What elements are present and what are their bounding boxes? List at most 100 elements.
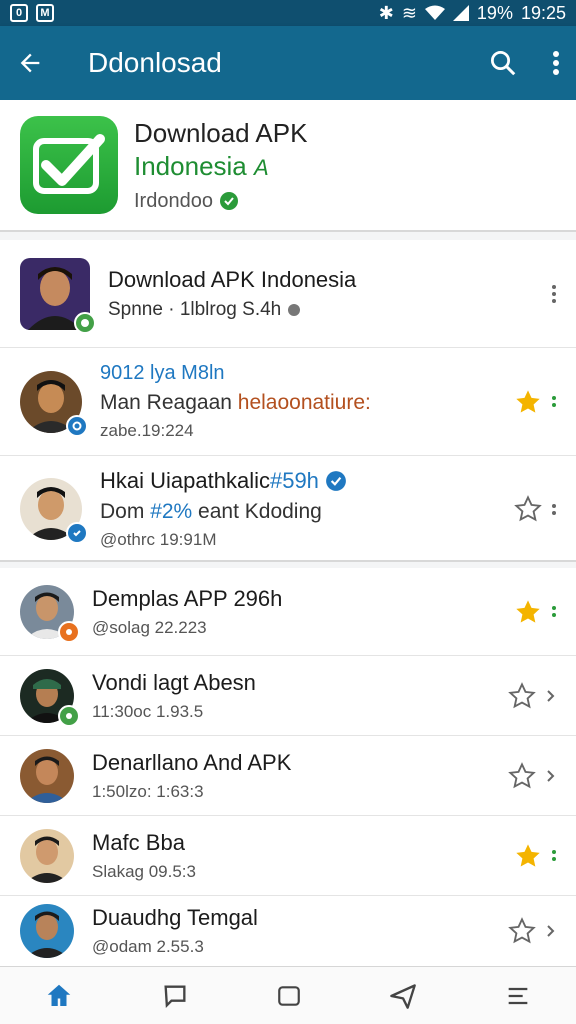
avatar [20,370,88,437]
app-bar: Ddonlosad [0,26,576,100]
star-button[interactable] [514,495,542,523]
verified-icon [326,471,346,491]
bluetooth-icon: ✱ [378,2,394,23]
wifi-icon [424,5,445,20]
item-title: Download APK Indonesia [108,266,357,292]
avatar [20,748,74,803]
item-meta: @odam 2.55.3 [92,937,204,956]
mail-icon: M [36,4,54,22]
item-menu-button[interactable] [552,284,556,303]
app-logo [20,116,118,214]
battery-percent: 19% [476,2,513,23]
more-vert-icon [552,396,556,407]
list-item[interactable]: Hkai Uiapathkalic #59h Dom #2% eant Kdod… [0,456,576,562]
chevron-right-button[interactable] [546,769,556,783]
nav-square-button[interactable] [276,983,302,1009]
item-menu-button[interactable] [552,606,556,617]
app-name-region: Indonesia [134,150,247,181]
star-outline-icon [508,681,536,708]
lock-icon [288,303,301,316]
more-vert-icon [552,850,556,861]
list-item[interactable]: Download APK Indonesia Spnne · 1lblrog S… [0,240,576,348]
back-button[interactable] [16,49,44,77]
notification-icon: 0 [10,4,28,22]
list-item[interactable]: 9012 lya M8ln Man Reagaan helaoonatiure:… [0,348,576,456]
chat-icon [164,985,186,1008]
item-menu-button[interactable] [552,503,556,515]
chevron-right-icon [547,689,555,702]
item-menu-button[interactable] [552,850,556,861]
item-subtitle: Man Reagaan helaoonatiure: [100,391,576,415]
star-button[interactable] [508,761,536,790]
star-button[interactable] [514,842,542,870]
avatar [20,257,96,334]
chevron-right-button[interactable] [546,689,556,703]
bottom-navigation [0,966,576,1024]
list-item[interactable]: Demplas APP 296h @solag 22.223 [0,568,576,656]
send-icon [390,983,416,1009]
nav-menu-button[interactable] [504,982,532,1010]
chevron-right-button[interactable] [546,924,556,938]
star-button[interactable] [514,598,542,626]
star-button[interactable] [514,388,542,416]
star-button[interactable] [508,681,536,710]
list-item[interactable]: Mafc Bba Slakag 09.5:3 [0,816,576,896]
item-meta: 1:50lzo: 1:63:3 [92,781,204,801]
item-subtitle: Spnne · 1lblrog S.4h [108,299,576,321]
item-title: Demplas APP 296h [92,585,283,611]
status-badge [66,414,88,437]
status-badge [74,311,96,334]
item-meta: 11:30oc 1.93.5 [92,701,204,721]
item-subtitle-a: Man Reagaan [100,391,238,414]
verified-icon [219,192,238,210]
item-title: 9012 lya M8ln [100,362,225,384]
star-filled-icon [516,843,540,867]
app-name-line1: Download APK [134,117,308,148]
search-icon [491,51,516,76]
more-vert-icon [552,503,556,515]
arrow-left-icon [20,53,40,73]
vibrate-icon: ≋ [401,2,417,23]
app-name-suffix: A [254,154,269,180]
checkmark-icon [33,134,105,194]
star-button[interactable] [508,917,536,945]
item-meta: zabe.19:224 [100,421,194,440]
item-subtitle: Dom #2% eant Kdoding [100,500,576,524]
square-icon [278,985,300,1006]
chevron-right-icon [547,769,555,782]
overflow-menu-button[interactable] [552,50,560,76]
avatar [20,828,74,883]
avatar [20,904,74,958]
item-meta: Spnne · 1lblrog S.4h [108,298,282,320]
status-bar: 0 M ✱ ≋ 19% 19:25 [0,0,576,26]
item-title: Hkai Uiapathkalic #59h [100,468,576,494]
item-menu-button[interactable] [552,396,556,407]
menu-icon [509,987,528,1004]
signal-icon [452,5,469,21]
item-meta: @othrc 19:91M [100,530,217,549]
nav-chat-button[interactable] [161,982,189,1010]
star-filled-icon [516,599,540,623]
list-item[interactable]: Denarllano And APK 1:50lzo: 1:63:3 [0,736,576,816]
star-outline-icon [508,917,536,944]
item-title: Vondi lagt Abesn [92,669,256,695]
home-icon [47,984,70,1006]
more-vert-icon [552,284,556,303]
page-title: Ddonlosad [88,47,222,78]
list-item[interactable]: Duaudhg Temgal @odam 2.55.3 [0,896,576,966]
status-badge [66,522,88,544]
search-button[interactable] [488,48,518,78]
nav-send-button[interactable] [389,982,417,1010]
item-title-a: Hkai Uiapathkalic [100,468,270,493]
item-subtitle-a: Dom [100,500,151,523]
clock: 19:25 [520,2,566,23]
nav-home-button[interactable] [44,981,74,1011]
chevron-right-icon [547,925,555,937]
item-subtitle-b: helaoonatiure: [237,391,371,414]
app-publisher: Irdondoo [134,190,307,213]
featured-list: Download APK Indonesia Spnne · 1lblrog S… [0,240,576,562]
more-vert-icon [553,51,559,75]
app-header-card[interactable]: Download APK Indonesia A Irdondoo [0,100,576,232]
list-item[interactable]: Vondi lagt Abesn 11:30oc 1.93.5 [0,656,576,736]
item-meta: @solag 22.223 [92,617,207,637]
